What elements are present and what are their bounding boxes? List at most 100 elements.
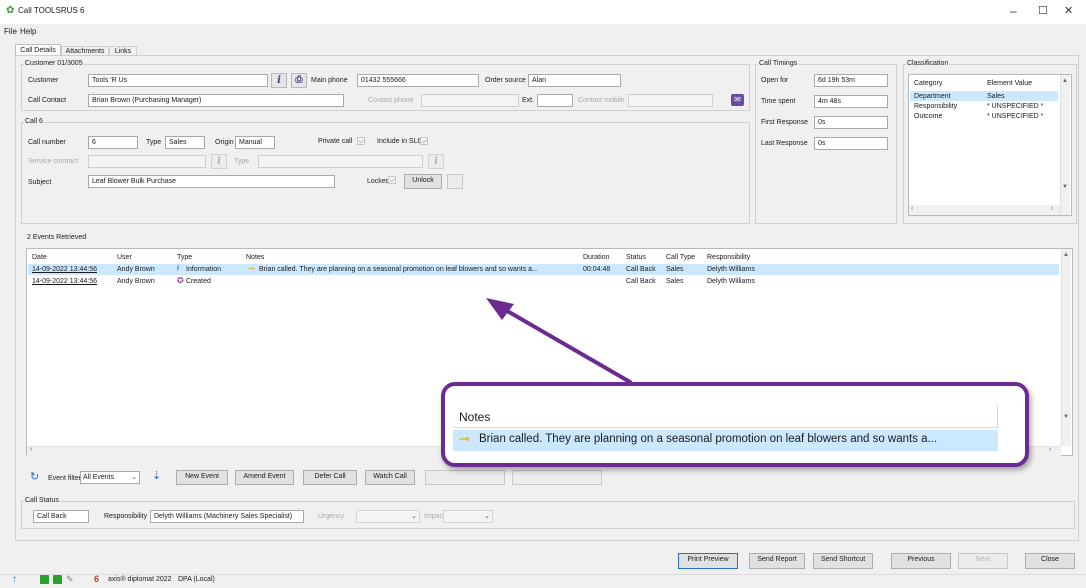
callout-arrow	[486, 298, 632, 384]
private-call-checkbox[interactable]	[357, 137, 365, 145]
scroll-right-icon[interactable]: ›	[1051, 205, 1053, 212]
col-responsibility[interactable]: Responsibility	[707, 253, 750, 262]
callout-key-icon: ⊸	[459, 431, 470, 446]
type-label: Type	[146, 139, 162, 146]
call-status-field[interactable]: Call Back	[33, 510, 89, 523]
open-for-label: Open for	[761, 77, 789, 84]
chevron-down-icon: ⌄	[131, 474, 137, 481]
classification-category: Responsibility	[914, 103, 958, 110]
call-contact-field[interactable]: Brian Brown (Purchasing Manager)	[88, 94, 344, 107]
subject-field[interactable]: Leaf Blower Bulk Purchase	[88, 175, 335, 188]
email-icon[interactable]: ✉	[731, 94, 744, 106]
filter-down-icon[interactable]: ⇣	[152, 469, 161, 482]
scroll-up-icon[interactable]: ▲	[1062, 78, 1068, 84]
event-responsibility: Delyth Williams	[707, 266, 755, 273]
previous-button[interactable]: Previous	[891, 553, 951, 569]
chevron-down-icon: ⌄	[484, 513, 490, 520]
call-number-field[interactable]: 6	[88, 136, 138, 149]
time-spent-field[interactable]: 4m 48s	[814, 95, 888, 108]
scroll-left-icon[interactable]: ‹	[911, 205, 913, 212]
event-status: Call Back	[626, 266, 656, 273]
urgency-select[interactable]: ⌄	[356, 510, 420, 523]
hidden-button-2[interactable]	[512, 470, 602, 485]
classification-category: Outcome	[914, 113, 943, 120]
status-green-icon-1[interactable]	[40, 575, 49, 584]
order-source-field[interactable]: Alan	[528, 74, 621, 87]
event-notes: Brian called. They are planning on a sea…	[259, 266, 538, 273]
include-slo-checkbox[interactable]	[420, 137, 428, 145]
send-report-button[interactable]: Send Report	[749, 553, 805, 569]
callout-text: Brian called. They are planning on a sea…	[479, 433, 938, 445]
event-filter-select[interactable]: All Events ⌄	[80, 471, 140, 484]
col-duration[interactable]: Duration	[583, 253, 609, 262]
scroll-up-icon[interactable]: ▲	[1063, 252, 1069, 258]
tab-label: Attachments	[65, 48, 105, 55]
service-contract-field[interactable]	[88, 155, 206, 168]
axis-logo-icon: 6	[94, 574, 100, 584]
scroll-down-icon[interactable]: ▼	[1062, 184, 1068, 190]
print-preview-button[interactable]: Print Preview	[678, 553, 738, 569]
type2-field[interactable]	[258, 155, 423, 168]
main-phone-field[interactable]: 01432 555666	[357, 74, 479, 87]
statusbar-app: axis® diplomat 2022	[108, 576, 172, 583]
info-icon[interactable]: i	[271, 73, 287, 88]
watch-call-button[interactable]: Watch Call	[365, 470, 415, 485]
event-call-type: Sales	[666, 278, 684, 285]
send-shortcut-button[interactable]: Send Shortcut	[813, 553, 873, 569]
maximize-button[interactable]: ☐	[1038, 4, 1048, 17]
amend-event-button[interactable]: Amend Event	[235, 470, 294, 485]
more-button[interactable]: ...	[447, 174, 463, 189]
event-type: Created	[186, 278, 211, 285]
first-response-field[interactable]: 0s	[814, 116, 888, 129]
col-status[interactable]: Status	[626, 253, 646, 262]
hidden-button-1[interactable]	[425, 470, 505, 485]
responsibility-field[interactable]: Delyth Williams (Machinery Sales Special…	[150, 510, 304, 523]
ext-field[interactable]	[537, 94, 573, 107]
menu-file[interactable]: File	[4, 27, 17, 36]
classification-col-value: Element Value	[987, 80, 1033, 87]
responsibility-label: Responsibility	[104, 513, 148, 520]
scroll-right-icon[interactable]: ›	[1049, 446, 1051, 453]
event-filter-value: All Events	[83, 474, 115, 481]
menu-help[interactable]: Help	[20, 27, 36, 36]
col-user[interactable]: User	[117, 253, 132, 262]
col-notes[interactable]: Notes	[246, 253, 264, 262]
last-response-label: Last Response	[761, 140, 808, 147]
refresh-icon[interactable]: ↻	[30, 470, 39, 483]
defer-call-button[interactable]: Defer Call	[303, 470, 357, 485]
upload-icon[interactable]: ↑	[12, 574, 17, 585]
scroll-down-icon[interactable]: ▼	[1063, 414, 1069, 420]
ext-label: Ext.	[522, 97, 535, 104]
contact-phone-field[interactable]	[421, 94, 519, 107]
contact-mobile-field[interactable]	[628, 94, 713, 107]
minimize-button[interactable]: –	[1010, 4, 1017, 18]
classification-scrollbar[interactable]	[1060, 75, 1070, 215]
classification-value: * UNSPECIFIED *	[987, 113, 1044, 120]
type2-info-icon[interactable]: i	[428, 154, 444, 169]
classification-hscroll[interactable]	[909, 205, 1060, 215]
next-button[interactable]: Next	[958, 553, 1008, 569]
print-icon[interactable]: ⎙	[291, 73, 307, 88]
impact-select[interactable]: ⌄	[443, 510, 493, 523]
origin-field[interactable]: Manual	[235, 136, 275, 149]
customer-field[interactable]: Tools 'R Us	[88, 74, 268, 87]
status-edit-icon[interactable]: ✎	[66, 574, 74, 585]
new-event-button[interactable]: New Event	[176, 470, 228, 485]
close-button[interactable]: Close	[1025, 553, 1075, 569]
status-green-icon-2[interactable]	[53, 575, 62, 584]
service-contract-info-icon[interactable]: i	[211, 154, 227, 169]
contact-mobile-label: Contact mobile	[578, 97, 625, 104]
unlock-button[interactable]: Unlock	[404, 174, 442, 189]
customer-group-title: Customer 01/3005	[24, 59, 84, 68]
col-type[interactable]: Type	[177, 253, 192, 262]
chevron-down-icon: ⌄	[411, 513, 417, 520]
open-for-field[interactable]: 6d 19h 53m	[814, 74, 888, 87]
type-field[interactable]: Sales	[165, 136, 205, 149]
locked-checkbox[interactable]	[388, 176, 396, 184]
close-window-button[interactable]: ✕	[1064, 4, 1073, 17]
event-user: Andy Brown	[117, 278, 155, 285]
scroll-left-icon[interactable]: ‹	[30, 446, 32, 453]
col-call-type[interactable]: Call Type	[666, 253, 695, 262]
last-response-field[interactable]: 0s	[814, 137, 888, 150]
col-date[interactable]: Date	[32, 253, 47, 262]
